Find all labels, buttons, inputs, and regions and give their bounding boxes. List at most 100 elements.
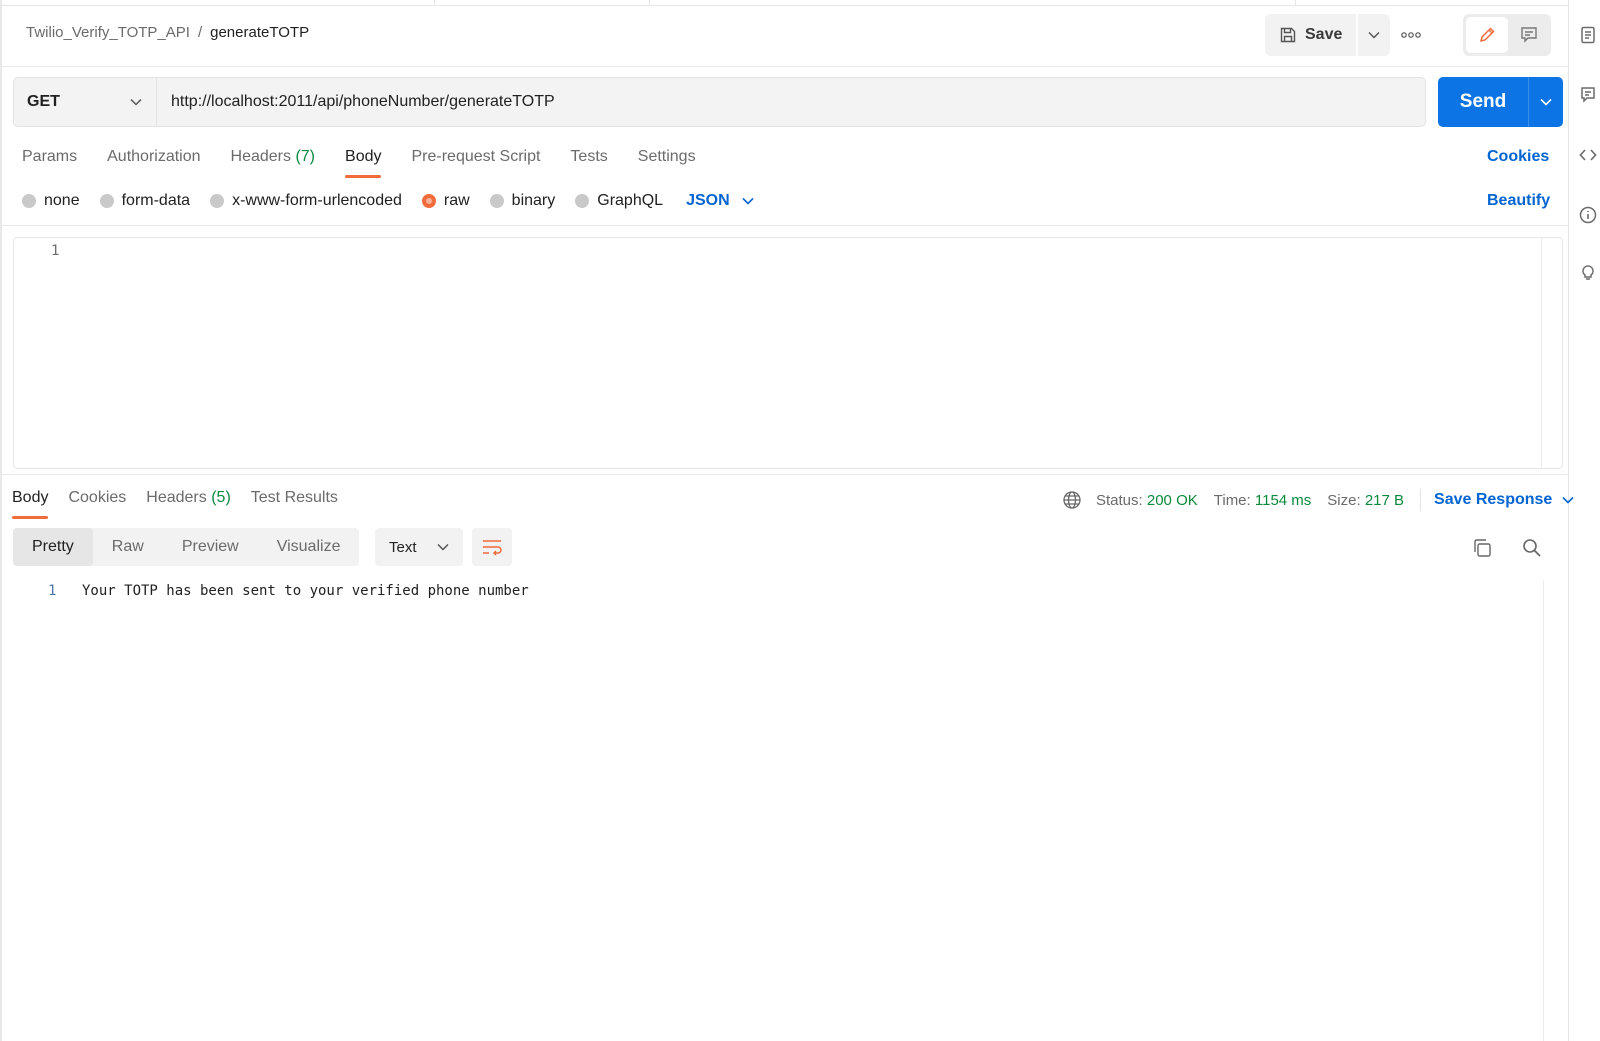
lightbulb-icon[interactable]	[1579, 264, 1597, 282]
radio-dot-selected	[421, 194, 436, 208]
radio-none[interactable]: none	[22, 192, 80, 210]
radio-form-data[interactable]: form-data	[99, 192, 191, 210]
tab-label: Pre-request Script	[411, 148, 541, 165]
cookies-link[interactable]: Cookies	[1487, 148, 1549, 166]
save-group: Save	[1265, 14, 1391, 56]
response-scrollbar[interactable]	[1543, 580, 1564, 1041]
response-format-tabs: Pretty Raw Preview Visualize	[13, 528, 360, 566]
breadcrumb-separator: /	[197, 24, 203, 41]
request-body-editor[interactable]: 1	[13, 237, 1563, 469]
radio-dot	[575, 194, 590, 208]
radio-label: binary	[511, 192, 556, 209]
response-tab-headers[interactable]: Headers (5)	[146, 489, 231, 519]
tab-label: Tests	[570, 148, 608, 165]
line-number: 1	[48, 583, 57, 599]
more-icon	[1401, 32, 1421, 38]
code-icon[interactable]	[1579, 146, 1597, 164]
send-group: Send	[1438, 77, 1563, 127]
tab-headers[interactable]: Headers (7)	[231, 148, 316, 178]
wrap-lines-icon	[483, 540, 502, 556]
more-actions-button[interactable]	[1398, 24, 1424, 46]
tab-params[interactable]: Params	[22, 148, 77, 178]
radio-label: x-www-form-urlencoded	[232, 192, 402, 209]
time-info: Time: 1154 ms	[1214, 492, 1312, 509]
tab-settings[interactable]: Settings	[638, 148, 696, 178]
response-text-format-select[interactable]: Text	[375, 528, 463, 566]
tab-pre-request-script[interactable]: Pre-request Script	[411, 148, 540, 178]
wrap-lines-button[interactable]	[472, 528, 512, 566]
breadcrumb-collection[interactable]: Twilio_Verify_TOTP_API	[26, 24, 190, 41]
tab-count: (7)	[295, 148, 316, 165]
comments-icon[interactable]	[1579, 86, 1597, 104]
response-body-viewer[interactable]: 1 Your TOTP has been sent to your verifi…	[0, 580, 1568, 1041]
breadcrumb-request-name[interactable]: generateTOTP	[210, 24, 309, 41]
radio-dot	[489, 194, 504, 208]
status-info: Status: 200 OK	[1096, 492, 1198, 509]
size-info: Size: 217 B	[1327, 492, 1404, 509]
save-label: Save	[1305, 26, 1343, 43]
url-input[interactable]: http://localhost:2011/api/phoneNumber/ge…	[157, 78, 1425, 126]
tab-label: Cookies	[68, 489, 127, 506]
status-value: 200 OK	[1146, 491, 1198, 509]
radio-binary[interactable]: binary	[489, 192, 556, 210]
tab-label: Params	[22, 148, 78, 165]
response-tab-body[interactable]: Body	[12, 489, 49, 519]
edit-mode-button[interactable]	[1466, 17, 1508, 53]
radio-raw[interactable]: raw	[421, 192, 470, 210]
tab-strip	[0, 0, 1568, 6]
size-label: Size:	[1327, 491, 1361, 509]
response-tab-cookies[interactable]: Cookies	[68, 489, 126, 519]
tab-strip-segment[interactable]	[649, 0, 1296, 6]
method-select[interactable]: GET	[14, 78, 157, 126]
radio-graphql[interactable]: GraphQL	[575, 192, 663, 210]
status-label: Status:	[1096, 491, 1143, 509]
copy-icon[interactable]	[1471, 537, 1493, 559]
search-icon[interactable]	[1521, 537, 1543, 559]
tab-label: Body	[12, 489, 49, 506]
tab-strip-segment-active[interactable]	[434, 0, 650, 5]
request-tabs: Params Authorization Headers (7) Body Pr…	[22, 148, 726, 178]
body-type-options: none form-data x-www-form-urlencoded raw…	[22, 192, 754, 210]
tab-label: Headers	[146, 489, 207, 506]
globe-icon[interactable]	[1062, 490, 1082, 510]
tab-strip-segment[interactable]	[0, 0, 435, 6]
format-pretty[interactable]: Pretty	[13, 528, 93, 566]
raw-format-select[interactable]: JSON	[686, 192, 754, 210]
tab-body[interactable]: Body	[345, 148, 382, 178]
tab-authorization[interactable]: Authorization	[107, 148, 200, 178]
editor-scrollbar[interactable]	[1541, 238, 1562, 468]
comment-mode-button[interactable]	[1509, 17, 1549, 53]
beautify-link[interactable]: Beautify	[1487, 192, 1550, 210]
chevron-down-icon	[1540, 98, 1552, 106]
url-bar: GET http://localhost:2011/api/phoneNumbe…	[13, 77, 1426, 127]
tab-tests[interactable]: Tests	[570, 148, 607, 178]
save-response-label: Save Response	[1434, 491, 1553, 508]
view-mode-toggle	[1463, 14, 1551, 56]
send-options-button[interactable]	[1529, 77, 1563, 127]
time-value: 1154 ms	[1254, 491, 1312, 509]
breadcrumb: Twilio_Verify_TOTP_API / generateTOTP	[26, 24, 309, 41]
tab-count: (5)	[211, 489, 231, 506]
body-options-divider	[0, 225, 1568, 226]
response-tab-test-results[interactable]: Test Results	[251, 489, 338, 519]
chevron-down-icon	[437, 543, 449, 551]
comment-icon	[1521, 27, 1537, 43]
response-divider[interactable]	[0, 474, 1568, 475]
save-options-button[interactable]	[1356, 14, 1391, 56]
send-button[interactable]: Send	[1438, 77, 1529, 127]
chevron-down-icon	[742, 197, 754, 205]
method-label: GET	[27, 93, 60, 110]
format-visualize[interactable]: Visualize	[258, 528, 360, 566]
response-status-bar: Status: 200 OK Time: 1154 ms Size: 217 B…	[1062, 489, 1574, 511]
documentation-icon[interactable]	[1579, 26, 1597, 44]
save-response-button[interactable]: Save Response	[1434, 491, 1574, 509]
radio-label: form-data	[121, 192, 191, 209]
format-raw[interactable]: Raw	[93, 528, 163, 566]
radio-x-www-form-urlencoded[interactable]: x-www-form-urlencoded	[210, 192, 402, 210]
chevron-down-icon	[130, 98, 142, 106]
format-preview[interactable]: Preview	[163, 528, 258, 566]
radio-dot	[22, 194, 36, 208]
save-button[interactable]: Save	[1265, 14, 1357, 56]
info-icon[interactable]	[1579, 206, 1597, 224]
radio-label: none	[44, 192, 80, 209]
